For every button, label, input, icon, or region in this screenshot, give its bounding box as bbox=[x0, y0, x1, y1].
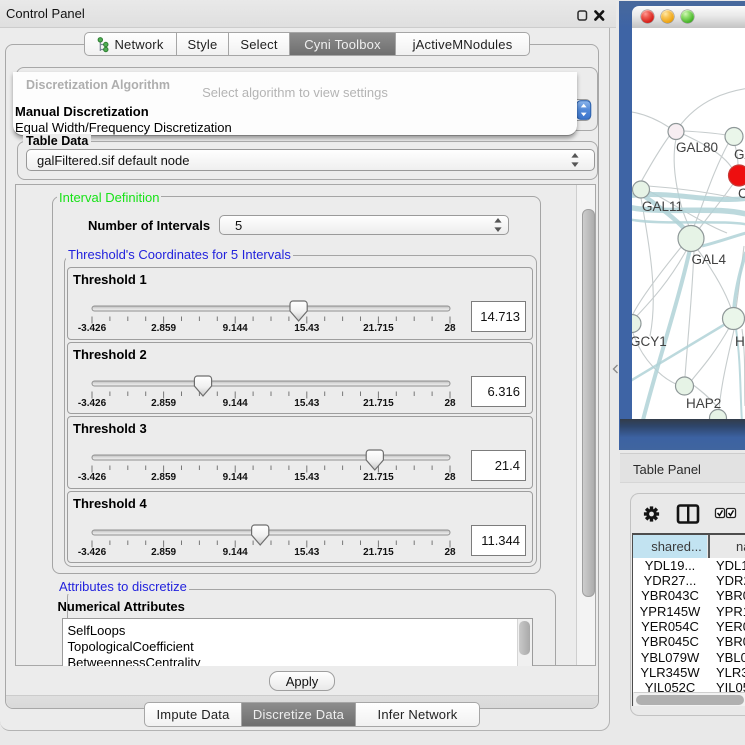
svg-text:GCY1: GCY1 bbox=[632, 334, 667, 349]
svg-text:H: H bbox=[735, 334, 745, 349]
svg-text:HAP2: HAP2 bbox=[686, 396, 721, 411]
svg-text:GAL4: GAL4 bbox=[692, 252, 727, 267]
svg-text:GAL80: GAL80 bbox=[676, 140, 718, 155]
svg-text:GAL11: GAL11 bbox=[642, 199, 683, 214]
svg-text:GA: GA bbox=[734, 147, 745, 162]
svg-text:C: C bbox=[738, 186, 745, 201]
